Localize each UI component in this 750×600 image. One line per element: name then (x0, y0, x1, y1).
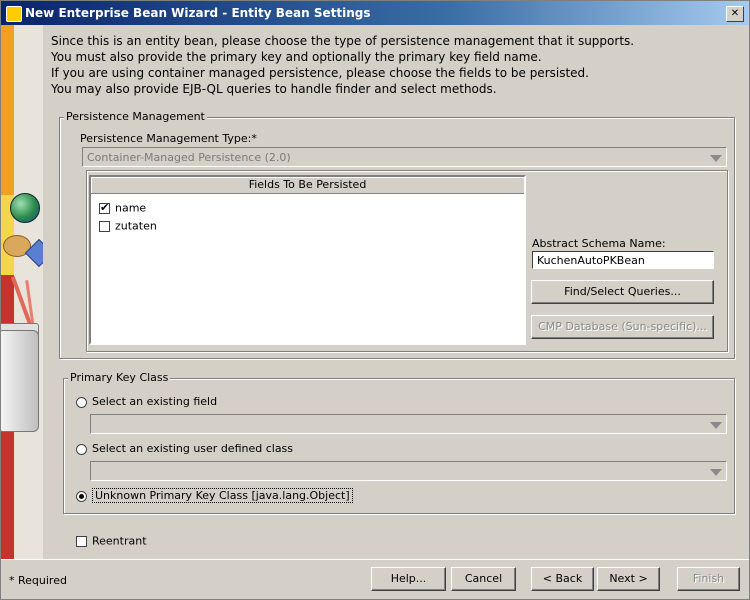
help-button[interactable]: Help... (371, 567, 446, 591)
app-icon (6, 6, 22, 22)
find-select-queries-button[interactable]: Find/Select Queries... (531, 280, 714, 304)
cmp-fields-panel: Fields To Be Persisted name zutaten Abst… (86, 170, 728, 352)
radio-existing-field[interactable]: Select an existing field (76, 395, 217, 408)
back-button[interactable]: < Back (531, 567, 594, 591)
window-title: New Enterprise Bean Wizard - Entity Bean… (25, 6, 371, 20)
abstract-schema-label: Abstract Schema Name: (532, 237, 666, 250)
intro-line: If you are using container managed persi… (51, 66, 589, 80)
radio-user-class-label: Select an existing user defined class (92, 442, 294, 455)
cancel-button[interactable]: Cancel (451, 567, 516, 591)
user-class-combo[interactable] (90, 461, 727, 481)
jar-icon (1, 330, 39, 432)
reentrant-label: Reentrant (92, 534, 147, 548)
reentrant-checkbox[interactable] (76, 535, 87, 547)
field-name-checkbox[interactable] (99, 201, 110, 214)
persistence-type-value: Container-Managed Persistence (2.0) (87, 151, 291, 164)
radio-existing-field-button[interactable] (76, 396, 87, 408)
fields-list-header: Fields To Be Persisted (91, 177, 524, 194)
primary-key-class-group: Primary Key Class Select an existing fie… (63, 371, 735, 514)
chevron-down-icon[interactable] (710, 469, 722, 476)
field-row-label: name (115, 201, 147, 215)
wizard-side-graphic (1, 25, 43, 559)
next-button[interactable]: Next > (597, 567, 660, 591)
persistence-management-legend: Persistence Management (64, 110, 207, 123)
radio-user-class-button[interactable] (76, 443, 87, 455)
persistence-type-combo[interactable]: Container-Managed Persistence (2.0) (82, 147, 727, 167)
fields-to-persist-list[interactable]: Fields To Be Persisted name zutaten (89, 175, 526, 345)
abstract-schema-input[interactable]: KuchenAutoPKBean (532, 251, 714, 269)
required-note: * Required (9, 574, 67, 587)
field-zutaten-checkbox[interactable] (99, 220, 110, 232)
persistence-management-group: Persistence Management Persistence Manag… (59, 110, 735, 359)
globe-icon (10, 193, 40, 223)
existing-field-combo[interactable] (90, 414, 727, 434)
radio-user-class[interactable]: Select an existing user defined class (76, 442, 293, 455)
finish-button[interactable]: Finish (677, 567, 740, 591)
intro-line: Since this is an entity bean, please cho… (51, 34, 635, 48)
field-row-label: zutaten (115, 219, 157, 233)
intro-text: Since this is an entity bean, please cho… (51, 33, 741, 97)
radio-unknown-pk-button[interactable] (76, 490, 87, 502)
radio-existing-field-label: Select an existing field (92, 395, 218, 408)
reentrant-checkbox-row[interactable]: Reentrant (76, 534, 147, 548)
footer-divider (1, 559, 749, 560)
cmp-database-button[interactable]: CMP Database (Sun-specific)... (531, 315, 714, 339)
close-button[interactable]: ✕ (726, 6, 744, 22)
persistence-type-label: Persistence Management Type:* (80, 132, 257, 145)
field-row-name[interactable]: name (99, 201, 146, 217)
close-icon: ✕ (730, 8, 740, 19)
wizard-window: New Enterprise Bean Wizard - Entity Bean… (0, 0, 750, 600)
field-row-zutaten[interactable]: zutaten (99, 219, 157, 235)
title-bar[interactable]: New Enterprise Bean Wizard - Entity Bean… (1, 1, 749, 25)
chevron-down-icon[interactable] (710, 155, 722, 162)
intro-line: You may also provide EJB-QL queries to h… (51, 82, 497, 96)
intro-line: You must also provide the primary key an… (51, 50, 542, 64)
chevron-down-icon[interactable] (710, 422, 722, 429)
radio-unknown-pk[interactable]: Unknown Primary Key Class [java.lang.Obj… (76, 488, 353, 503)
radio-unknown-pk-label: Unknown Primary Key Class [java.lang.Obj… (92, 488, 353, 503)
orange-stripe (1, 25, 14, 195)
primary-key-legend: Primary Key Class (68, 371, 171, 384)
